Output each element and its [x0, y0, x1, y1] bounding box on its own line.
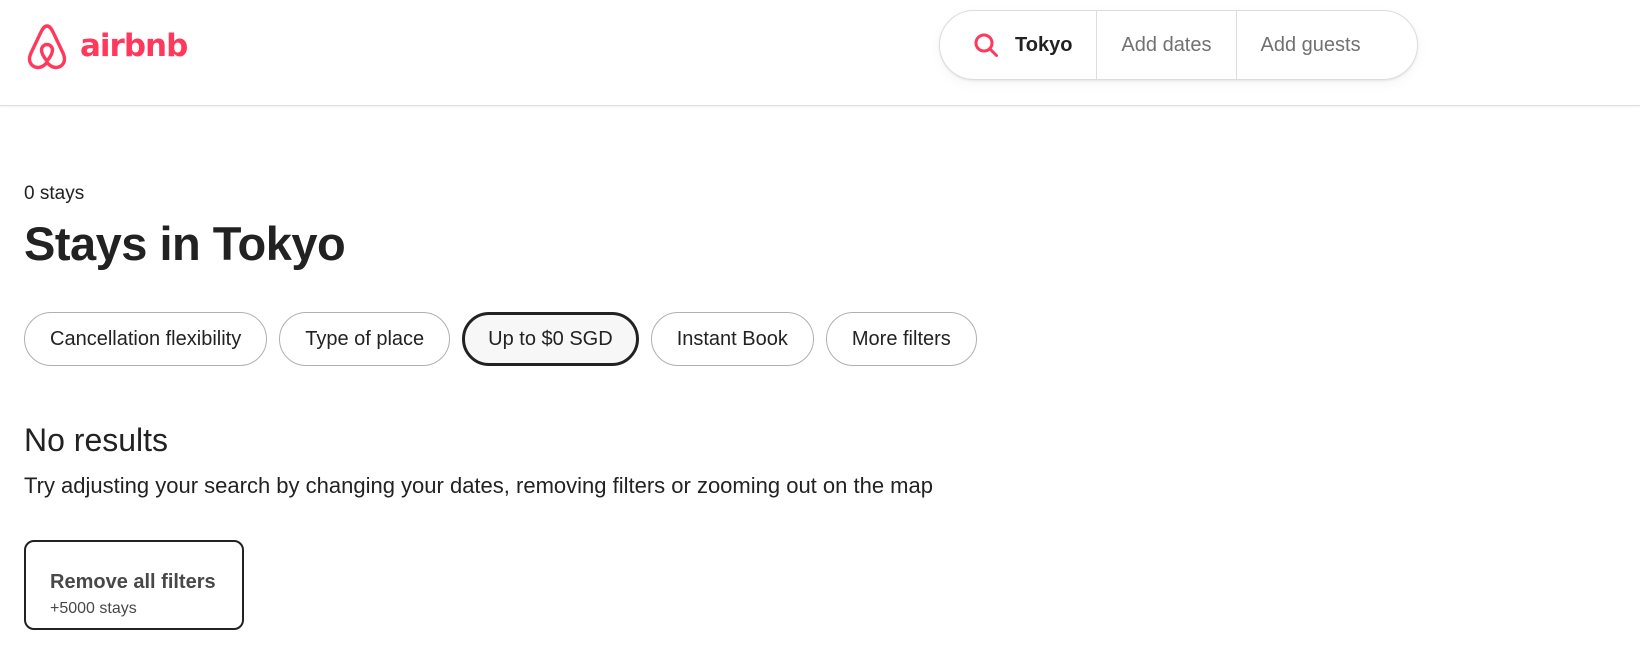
airbnb-logo[interactable]: airbnb [24, 21, 188, 71]
no-results-heading: No results [24, 422, 169, 458]
location-field[interactable]: Tokyo [940, 11, 1098, 79]
airbnb-belo-icon [27, 24, 67, 70]
filter-price[interactable]: Up to $0 SGD [462, 312, 639, 366]
no-results-message: Try adjusting your search by changing yo… [24, 473, 933, 498]
location-value: Tokyo [1015, 33, 1073, 56]
filter-cancellation-flexibility[interactable]: Cancellation flexibility [24, 312, 268, 366]
brand-name: airbnb [80, 27, 188, 64]
page-title: Stays in Tokyo [24, 217, 346, 270]
filter-more-filters[interactable]: More filters [825, 312, 977, 366]
search-icon [974, 33, 998, 57]
remove-all-filters-button[interactable]: Remove all filters +5000 stays [24, 540, 244, 630]
filter-bar: Cancellation flexibility Type of place U… [24, 312, 977, 366]
remove-filters-label: Remove all filters [50, 570, 216, 593]
filter-type-of-place[interactable]: Type of place [279, 312, 451, 366]
dates-field[interactable]: Add dates [1097, 11, 1237, 79]
remove-filters-count: +5000 stays [50, 599, 137, 617]
stays-count: 0 stays [24, 183, 85, 204]
guests-field[interactable]: Add guests [1237, 11, 1385, 79]
search-bar[interactable]: Tokyo Add dates Add guests [939, 10, 1418, 80]
filter-instant-book[interactable]: Instant Book [650, 312, 814, 366]
top-header: airbnb Tokyo Add dates Add guests [0, 0, 1640, 106]
